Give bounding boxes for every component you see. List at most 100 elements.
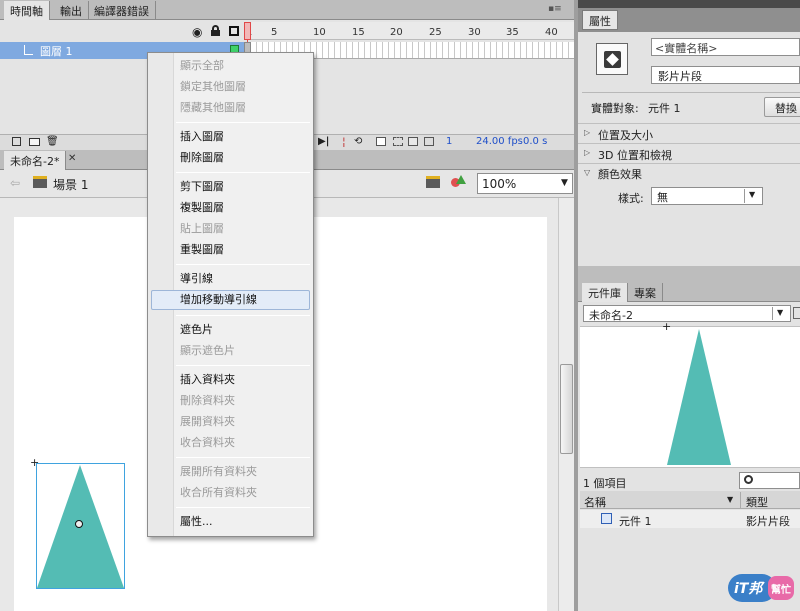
layer-icon	[24, 45, 33, 55]
tab-compiler-errors[interactable]: 編譯器錯誤	[88, 1, 156, 19]
menu-item-expand-folder[interactable]: 展開資料夾	[180, 412, 235, 432]
ruler-label: 15	[352, 27, 365, 38]
menu-item-show-masking[interactable]: 顯示遮色片	[180, 341, 235, 361]
section-color-effect[interactable]: 顏色效果	[598, 166, 642, 182]
pin-icon[interactable]	[793, 307, 800, 319]
column-type[interactable]: 類型	[746, 494, 768, 510]
movieclip-icon	[601, 513, 612, 524]
menu-item-guide[interactable]: 導引線	[180, 269, 213, 289]
tab-library[interactable]: 元件庫	[582, 283, 628, 302]
chevron-down-icon: ▼	[749, 190, 756, 199]
timeline-tabbar: 時間軸 輸出 編譯器錯誤 ▪≡	[0, 0, 574, 20]
onion-markers-icon[interactable]	[424, 137, 434, 146]
outline-icon[interactable]	[229, 26, 239, 36]
go-to-end-icon[interactable]: ▶|	[318, 136, 329, 147]
menu-item-hide-others[interactable]: 隱藏其他圖層	[180, 98, 246, 118]
trash-icon[interactable]: 🗑	[46, 136, 59, 147]
menu-item-expand-all-folders[interactable]: 展開所有資料夾	[180, 462, 257, 482]
menu-item-mask[interactable]: 遮色片	[180, 320, 213, 340]
center-frame-icon[interactable]: ¦	[342, 135, 346, 148]
ruler-label: 30	[468, 27, 481, 38]
menu-separator	[176, 264, 310, 265]
menu-separator	[176, 172, 310, 173]
menu-item-copy-layer[interactable]: 複製圖層	[180, 198, 224, 218]
menu-item-properties[interactable]: 屬性...	[180, 512, 213, 532]
library-document-select[interactable]: 未命名-2 ▼	[583, 305, 791, 322]
ruler-label: 35	[506, 27, 519, 38]
swap-button[interactable]: 替換	[764, 97, 800, 117]
menu-item-paste-layer[interactable]: 貼上圖層	[180, 219, 224, 239]
back-arrow-icon[interactable]: ⇦	[10, 176, 20, 190]
chevron-right-icon[interactable]: ▷	[584, 128, 590, 137]
instance-of-value: 元件 1	[648, 102, 681, 115]
chevron-down-icon[interactable]: ▽	[584, 168, 590, 177]
registration-point-icon: +	[30, 456, 40, 469]
menu-item-insert-layer[interactable]: 插入圖層	[180, 127, 224, 147]
instance-name-field[interactable]: <實體名稱>	[651, 38, 800, 56]
menu-item-insert-folder[interactable]: 插入資料夾	[180, 370, 235, 390]
menu-item-duplicate-layer[interactable]: 重製圖層	[180, 240, 224, 260]
eye-icon[interactable]: ◉	[192, 25, 202, 39]
tab-timeline[interactable]: 時間軸	[4, 1, 50, 20]
frame-rate[interactable]: 24.00 fps	[476, 136, 523, 147]
menu-item-cut-layer[interactable]: 剪下圖層	[180, 177, 224, 197]
menu-item-collapse-folder[interactable]: 收合資料夾	[180, 433, 235, 453]
menu-item-add-motion-guide[interactable]: 增加移動導引線	[180, 290, 257, 310]
loop-icon[interactable]: ⟲	[354, 136, 362, 147]
library-gap	[578, 266, 800, 282]
library-item-name[interactable]: 元件 1	[619, 513, 652, 529]
menu-separator	[176, 122, 310, 123]
style-select[interactable]: 無 ▼	[651, 187, 763, 205]
menu-separator	[176, 315, 310, 316]
tab-output[interactable]: 輸出	[54, 1, 89, 19]
elapsed-time[interactable]: 0.0 s	[523, 136, 547, 147]
chevron-down-icon: ▼	[777, 308, 784, 317]
menu-item-lock-others[interactable]: 鎖定其他圖層	[180, 77, 246, 97]
chevron-down-icon: ▼	[561, 178, 568, 188]
layer-context-menu: 顯示全部 鎖定其他圖層 隱藏其他圖層 插入圖層 刪除圖層 剪下圖層 複製圖層 貼…	[147, 52, 314, 537]
library-search-field[interactable]	[739, 472, 800, 489]
onion-skin-icon[interactable]	[376, 137, 386, 146]
scene-breadcrumb[interactable]: 場景 1	[53, 176, 88, 193]
ruler-label: 20	[390, 27, 403, 38]
panel-menu-icon[interactable]: ▪≡	[548, 4, 564, 14]
scrollbar-thumb[interactable]	[560, 364, 573, 454]
library-item-type: 影片片段	[746, 515, 790, 528]
edit-symbols-icon[interactable]	[451, 175, 466, 189]
sort-down-icon[interactable]: ▼	[727, 495, 733, 504]
close-document-icon[interactable]: ✕	[68, 153, 76, 164]
zoom-select[interactable]: 100% ▼	[477, 173, 573, 194]
search-icon	[744, 475, 753, 484]
column-name[interactable]: 名稱	[584, 494, 606, 510]
playhead[interactable]	[244, 22, 251, 40]
edit-scene-icon[interactable]	[426, 176, 440, 188]
section-position-size[interactable]: 位置及大小	[598, 127, 653, 143]
timeline-ruler[interactable]	[244, 22, 574, 40]
ruler-label: 10	[313, 27, 326, 38]
section-divider	[578, 163, 800, 164]
edit-multiple-icon[interactable]	[408, 137, 418, 146]
new-layer-icon[interactable]	[12, 137, 21, 146]
tab-properties[interactable]: 屬性	[582, 10, 618, 30]
lock-icon[interactable]	[211, 25, 220, 36]
chevron-right-icon[interactable]: ▷	[584, 148, 590, 157]
movieclip-symbol-icon	[596, 43, 628, 75]
tab-document[interactable]: 未命名-2*	[4, 151, 67, 170]
new-folder-icon[interactable]	[29, 138, 40, 146]
section-divider	[578, 143, 800, 144]
onion-outline-icon[interactable]	[393, 137, 403, 146]
menu-item-delete-folder[interactable]: 刪除資料夾	[180, 391, 235, 411]
menu-item-show-all[interactable]: 顯示全部	[180, 56, 224, 76]
menu-item-collapse-all-folders[interactable]: 收合所有資料夾	[180, 483, 257, 503]
transform-point-icon[interactable]	[75, 520, 83, 528]
library-item-count: 1 個項目	[583, 477, 627, 490]
menu-item-delete-layer[interactable]: 刪除圖層	[180, 148, 224, 168]
menu-separator	[176, 457, 310, 458]
current-frame[interactable]: 1	[446, 136, 452, 147]
symbol-type-select[interactable]: 影片片段	[651, 66, 800, 84]
layer-name[interactable]: 圖層 1	[40, 43, 73, 59]
ithome-watermark-logo: iT邦 幫忙	[728, 570, 796, 606]
tab-project[interactable]: 專案	[628, 283, 663, 301]
section-3d-position[interactable]: 3D 位置和檢視	[598, 147, 672, 163]
section-divider	[578, 123, 800, 124]
